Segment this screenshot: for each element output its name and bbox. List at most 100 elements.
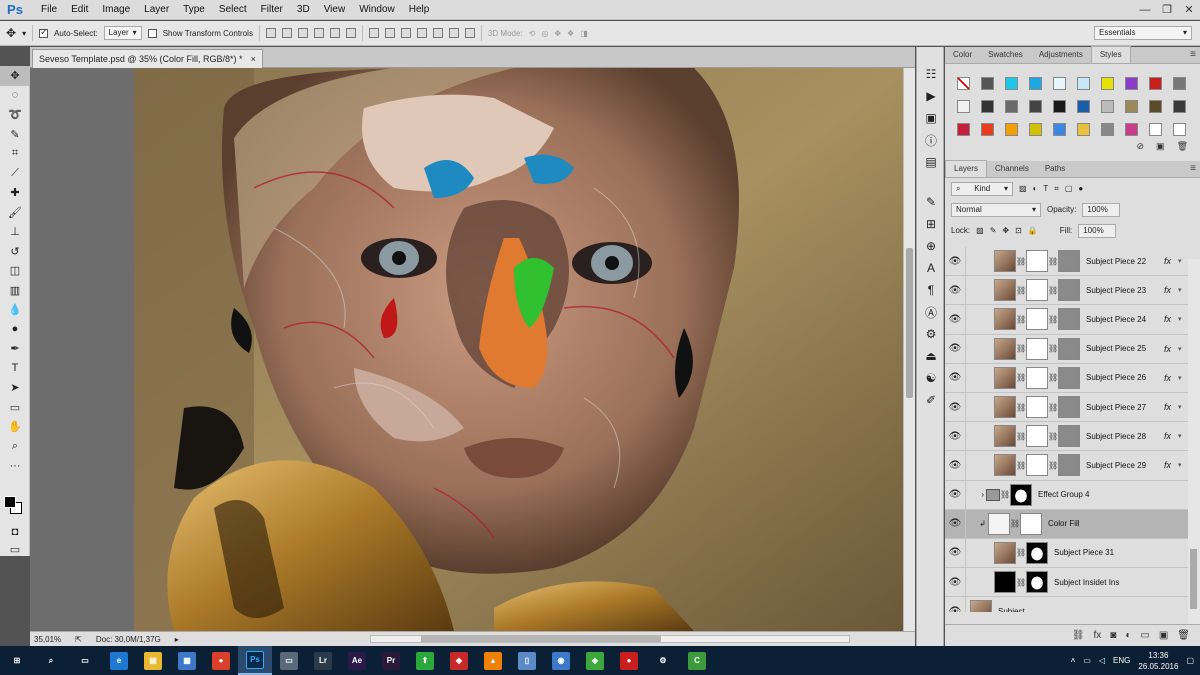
type-tool-icon[interactable]: T	[0, 359, 30, 379]
layer-mask-thumbnail[interactable]	[1026, 454, 1048, 477]
layer-thumbnail[interactable]	[994, 308, 1016, 331]
link-layers-icon[interactable]: ⛓	[1072, 630, 1085, 641]
mask-link-icon[interactable]: ⛓	[1016, 548, 1026, 557]
restore-button[interactable]: ❐	[1156, 0, 1178, 20]
lightroom-icon[interactable]: Lr	[306, 646, 340, 675]
layer-name[interactable]: Effect Group 4	[1038, 490, 1188, 499]
filter-pixel-icon[interactable]: ▨	[1019, 184, 1027, 193]
visibility-eye-icon[interactable]: 👁	[945, 285, 965, 296]
expand-effects-icon[interactable]: ▾	[1178, 345, 1188, 353]
layer-effects-icon[interactable]: fx	[1164, 460, 1178, 470]
tab-channels[interactable]: Channels	[987, 161, 1037, 177]
layer-effects-icon[interactable]: fx	[1164, 402, 1178, 412]
network-icon[interactable]: ◉	[544, 646, 578, 675]
hand-tool-icon[interactable]: ✋	[0, 417, 30, 437]
layer-mask-thumbnail[interactable]	[1058, 396, 1080, 419]
new-layer-icon[interactable]: ▣	[1159, 630, 1168, 641]
document-icon[interactable]: ▯	[510, 646, 544, 675]
task-view-icon[interactable]: ▭	[68, 646, 102, 675]
close-button[interactable]: ✕	[1178, 0, 1200, 20]
mask-link-icon[interactable]: ⛓	[1016, 257, 1026, 266]
menu-filter[interactable]: Filter	[254, 0, 290, 20]
layer-row[interactable]: 👁 ⛓ ⛓ Subject Piece 28 fx ▾	[945, 421, 1188, 452]
style-swatch[interactable]	[1047, 95, 1071, 118]
canvas-horizontal-scrollbar[interactable]	[370, 635, 850, 643]
blend-mode-dropdown[interactable]: Normal ▾	[951, 202, 1041, 217]
lasso-tool-icon[interactable]: ➰	[0, 105, 30, 125]
style-swatch[interactable]	[1047, 118, 1071, 141]
mask-link-icon[interactable]: ⛓	[1016, 373, 1026, 382]
quick-mask-icon[interactable]: ◘	[0, 522, 30, 542]
distribute-top-icon[interactable]	[368, 28, 379, 38]
layer-mask-thumbnail[interactable]	[1058, 454, 1080, 477]
layer-mask-thumbnail[interactable]	[1026, 571, 1048, 594]
notification-icon[interactable]: ▢	[1186, 656, 1194, 665]
style-swatch[interactable]	[975, 118, 999, 141]
brush-panel-icon[interactable]: ✎	[917, 191, 945, 213]
layer-effects-icon[interactable]: fx	[1164, 314, 1178, 324]
filter-type-icon[interactable]: T	[1043, 184, 1048, 193]
info-panel-icon[interactable]: ⓘ	[917, 129, 945, 151]
layer-name[interactable]: Subject Piece 26	[1086, 373, 1164, 382]
path-select-tool-icon[interactable]: ➤	[0, 378, 30, 398]
move-tool-preset-icon[interactable]: ✥	[6, 26, 16, 40]
mask-link-icon[interactable]: ⛓	[1000, 490, 1010, 499]
history-panel-icon[interactable]: ☷	[917, 63, 945, 85]
3d-pan-icon[interactable]: ✥	[554, 29, 561, 38]
filter-toggle-icon[interactable]: ●	[1078, 184, 1083, 193]
add-style-icon[interactable]: fx	[1094, 630, 1102, 641]
dodge-tool-icon[interactable]: ●	[0, 320, 30, 340]
distribute-bottom-icon[interactable]	[400, 28, 411, 38]
layer-row[interactable]: 👁 Subject	[945, 596, 1188, 612]
align-hcenter-icon[interactable]	[329, 28, 340, 38]
show-transform-checkbox[interactable]	[147, 28, 157, 38]
style-swatch[interactable]	[1143, 72, 1167, 95]
layer-effects-icon[interactable]: fx	[1164, 344, 1178, 354]
style-swatch[interactable]	[1119, 72, 1143, 95]
menu-select[interactable]: Select	[212, 0, 254, 20]
layer-thumbnail[interactable]	[994, 250, 1016, 273]
distribute-right-icon[interactable]	[448, 28, 459, 38]
mask-link-icon[interactable]: ⛓	[1016, 315, 1026, 324]
layer-name[interactable]: Subject Piece 25	[1086, 344, 1164, 353]
visibility-eye-icon[interactable]: 👁	[945, 606, 965, 612]
layer-row[interactable]: 👁 ⛓ ⛓ Subject Piece 23 fx ▾	[945, 275, 1188, 306]
more-tools-icon[interactable]: ···	[0, 456, 30, 476]
layer-effects-icon[interactable]: fx	[1164, 285, 1178, 295]
upload-arrow-icon[interactable]: ⬆	[408, 646, 442, 675]
move-tool-icon[interactable]: ✥	[0, 66, 30, 86]
style-swatch[interactable]	[975, 95, 999, 118]
document-tab[interactable]: Seveso Template.psd @ 35% (Color Fill, R…	[32, 49, 263, 68]
style-swatch[interactable]	[1071, 95, 1095, 118]
auto-select-checkbox[interactable]	[39, 27, 49, 38]
distribute-hcenter-icon[interactable]	[432, 28, 443, 38]
layer-row[interactable]: 👁 ⛓ Subject Piece 31	[945, 538, 1188, 569]
tab-color[interactable]: Color	[945, 47, 980, 63]
style-swatch[interactable]	[1071, 118, 1095, 141]
tab-swatches[interactable]: Swatches	[980, 47, 1031, 63]
quick-select-tool-icon[interactable]: ✎	[0, 125, 30, 145]
new-adjustment-icon[interactable]: ◐	[1125, 630, 1131, 641]
panel-menu-icon[interactable]: ≡	[1190, 163, 1196, 174]
character-styles-icon[interactable]: Ⓐ	[917, 301, 945, 323]
visibility-eye-icon[interactable]: 👁	[945, 402, 965, 413]
auto-align-icon[interactable]	[464, 28, 475, 38]
filter-adjustment-icon[interactable]: ◐	[1033, 184, 1038, 193]
photoshop-icon[interactable]: Ps	[238, 646, 272, 675]
menu-layer[interactable]: Layer	[137, 0, 176, 20]
mask-link-icon[interactable]: ⛓	[1010, 519, 1020, 528]
style-swatch[interactable]	[1095, 118, 1119, 141]
foreground-color-swatch[interactable]	[4, 496, 16, 508]
expand-effects-icon[interactable]: ▾	[1178, 286, 1188, 294]
visibility-eye-icon[interactable]: 👁	[945, 460, 965, 471]
filter-smartobject-icon[interactable]: ▢	[1065, 184, 1073, 193]
explorer-icon[interactable]: ▤	[136, 646, 170, 675]
after-effects-icon[interactable]: Ae	[340, 646, 374, 675]
menu-file[interactable]: File	[34, 0, 64, 20]
visibility-eye-icon[interactable]: 👁	[945, 547, 965, 558]
add-mask-icon[interactable]: ◙	[1110, 630, 1116, 641]
align-right-icon[interactable]	[345, 28, 356, 38]
layer-row[interactable]: 👁 ⛓ ⛓ Subject Piece 25 fx ▾	[945, 334, 1188, 364]
layer-comps-icon[interactable]: ▣	[917, 107, 945, 129]
character-panel-icon[interactable]: A	[917, 257, 945, 279]
